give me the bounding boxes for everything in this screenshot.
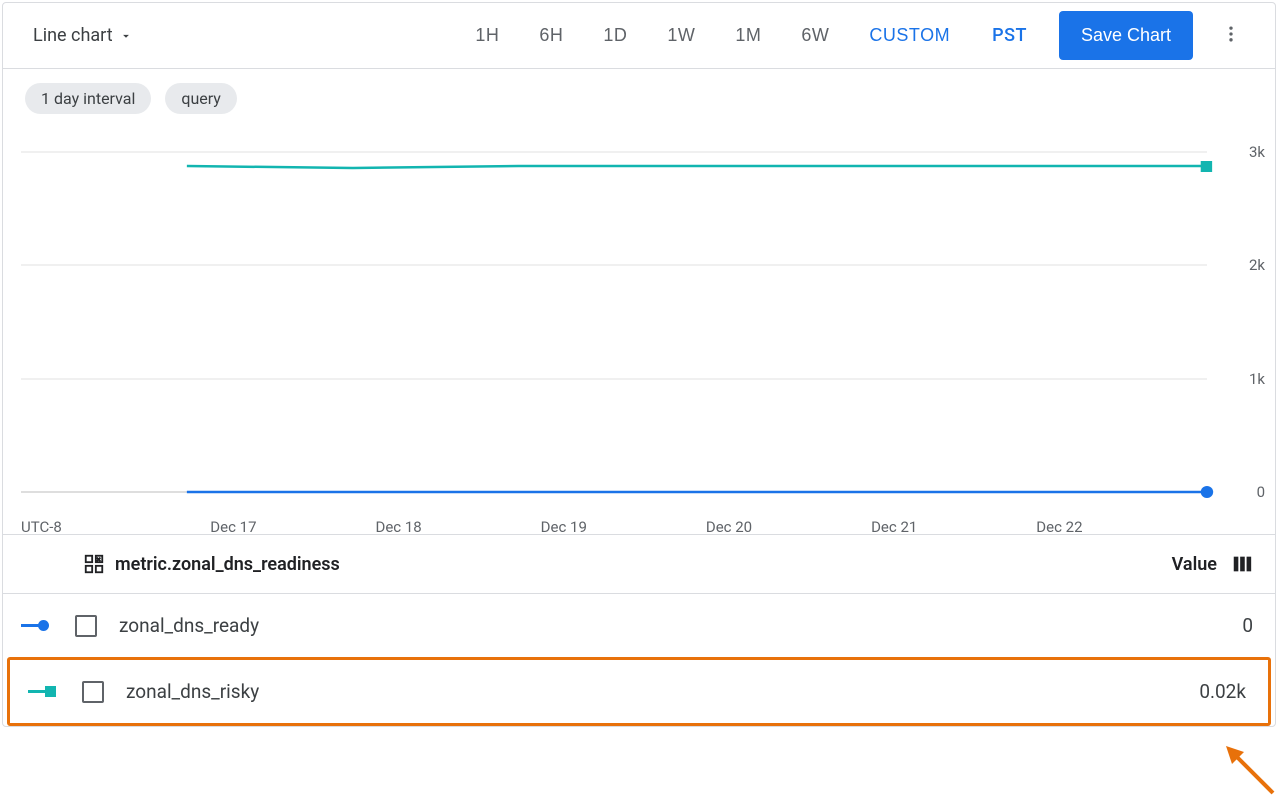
more-menu-button[interactable] — [1207, 14, 1255, 57]
filter-chips: 1 day interval query — [3, 69, 1275, 120]
legend-row-risky[interactable]: zonal_dns_risky 0.02k — [10, 660, 1268, 723]
y-tick-1k: 1k — [1249, 370, 1265, 388]
time-range-custom[interactable]: CUSTOM — [849, 15, 970, 56]
time-range-6h[interactable]: 6H — [519, 15, 583, 56]
columns-icon[interactable] — [1231, 553, 1253, 575]
x-tick-3: Dec 20 — [706, 518, 752, 536]
breakdown-icon — [83, 553, 105, 575]
series-marker-risky — [28, 685, 60, 699]
chip-interval[interactable]: 1 day interval — [25, 83, 151, 114]
time-range-1d[interactable]: 1D — [583, 15, 647, 56]
series-name-risky: zonal_dns_risky — [126, 680, 1199, 703]
legend-group-title: metric.zonal_dns_readiness — [115, 554, 340, 575]
chart-type-label: Line chart — [33, 25, 113, 46]
legend-table: metric.zonal_dns_readiness Value zonal_d… — [3, 534, 1275, 726]
annotation-arrow-icon — [1218, 738, 1278, 798]
time-range-1m[interactable]: 1M — [715, 15, 781, 56]
checkbox-ready[interactable] — [75, 615, 97, 637]
chip-query[interactable]: query — [165, 83, 237, 114]
legend-header-row: metric.zonal_dns_readiness Value — [3, 535, 1275, 594]
y-tick-3k: 3k — [1249, 143, 1265, 161]
y-tick-0: 0 — [1257, 483, 1265, 501]
x-tick-1: Dec 18 — [375, 518, 421, 536]
more-vert-icon — [1221, 24, 1241, 44]
series-value-risky: 0.02k — [1199, 680, 1246, 703]
checkbox-risky[interactable] — [82, 681, 104, 703]
annotation-highlight-box: zonal_dns_risky 0.02k — [7, 657, 1271, 726]
chart-plot-area[interactable]: 3k 2k 1k 0 UTC-8 Dec 17 Dec 18 Dec 19 De… — [21, 126, 1265, 526]
legend-row-ready[interactable]: zonal_dns_ready 0 — [3, 594, 1275, 657]
timezone-label[interactable]: PST — [970, 15, 1049, 56]
save-chart-button[interactable]: Save Chart — [1059, 11, 1193, 60]
time-range-group: 1H 6H 1D 1W 1M 6W CUSTOM PST Save Chart — [455, 11, 1255, 60]
series-name-ready: zonal_dns_ready — [119, 614, 1242, 637]
x-tick-5: Dec 22 — [1036, 518, 1082, 536]
x-tick-2: Dec 19 — [541, 518, 587, 536]
x-tick-tz: UTC-8 — [21, 518, 62, 536]
chart-toolbar: Line chart 1H 6H 1D 1W 1M 6W CUSTOM PST … — [3, 3, 1275, 69]
chart-card: Line chart 1H 6H 1D 1W 1M 6W CUSTOM PST … — [2, 2, 1276, 727]
chart-type-selector[interactable]: Line chart — [33, 25, 133, 46]
line-chart-svg — [21, 126, 1265, 526]
time-range-1h[interactable]: 1H — [455, 15, 519, 56]
legend-value-header: Value — [1172, 554, 1217, 575]
series-value-ready: 0 — [1242, 614, 1253, 637]
time-range-1w[interactable]: 1W — [647, 15, 715, 56]
x-tick-0: Dec 17 — [210, 518, 256, 536]
y-tick-2k: 2k — [1249, 256, 1265, 274]
x-tick-4: Dec 21 — [871, 518, 917, 536]
time-range-6w[interactable]: 6W — [781, 15, 849, 56]
series-marker-ready — [21, 619, 53, 633]
caret-down-icon — [119, 29, 133, 43]
